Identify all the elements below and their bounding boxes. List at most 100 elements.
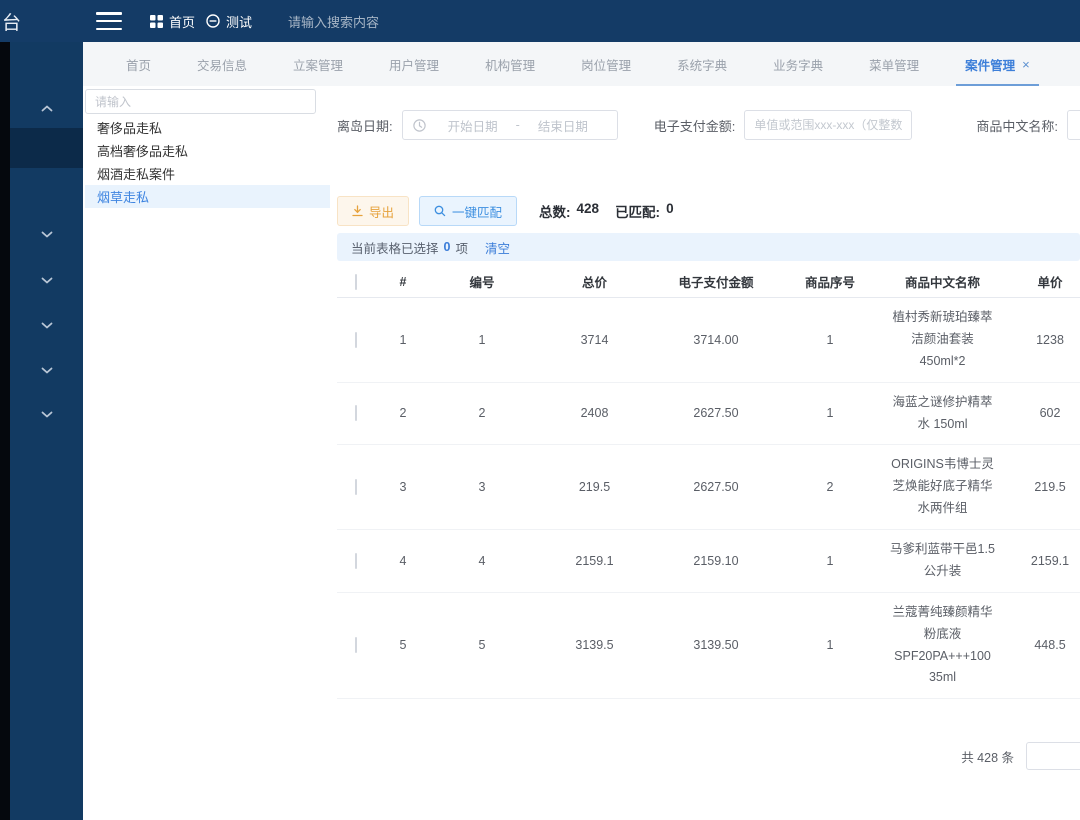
cell-code: 3 <box>432 467 532 508</box>
page-size-select[interactable] <box>1026 742 1080 770</box>
clear-selection-link[interactable]: 清空 <box>485 238 510 257</box>
clock-icon <box>413 119 426 132</box>
tab-机构管理[interactable]: 机构管理 <box>462 42 558 86</box>
product-name-label: 商品中文名称: <box>976 116 1058 135</box>
case-type-item[interactable]: 奢侈品走私 <box>85 116 330 139</box>
export-button[interactable]: 导出 <box>337 196 409 226</box>
matched-value: 0 <box>666 201 674 221</box>
sidebar-active-band[interactable] <box>10 128 83 168</box>
menu-toggle-icon[interactable] <box>96 12 122 30</box>
cell-total: 2408 <box>532 393 657 434</box>
chevron-down-icon[interactable] <box>10 315 83 335</box>
tab-用户管理[interactable]: 用户管理 <box>366 42 462 86</box>
match-button-label: 一键匹配 <box>452 202 502 221</box>
breadcrumb-home[interactable]: 首页 <box>150 0 195 42</box>
case-type-list: 奢侈品走私高档奢侈品走私烟酒走私案件烟草走私 <box>85 116 330 208</box>
tab-立案管理[interactable]: 立案管理 <box>270 42 366 86</box>
tab-label: 岗位管理 <box>581 55 631 74</box>
depart-date-range-picker[interactable]: 开始日期 - 结束日期 <box>402 110 618 140</box>
matched-label: 已匹配: <box>615 201 660 221</box>
cell-code: 2 <box>432 393 532 434</box>
cell-checkbox <box>337 625 374 666</box>
cell-epay: 2627.50 <box>657 393 775 434</box>
tab-案件管理[interactable]: 案件管理× <box>942 42 1053 86</box>
row-checkbox[interactable] <box>355 553 357 569</box>
pagination-total: 共 428 条 <box>961 747 1014 766</box>
col-header-name: 商品中文名称 <box>885 272 1000 291</box>
app-logo: 台 <box>2 8 21 35</box>
chevron-up-icon[interactable] <box>10 98 83 118</box>
row-checkbox[interactable] <box>355 405 357 421</box>
count-summary: 总数: 428 已匹配: 0 <box>539 201 674 221</box>
selection-alert-bar: 当前表格已选择 0 项 清空 <box>337 233 1080 261</box>
depart-date-label: 离岛日期: <box>337 116 393 135</box>
tab-label: 系统字典 <box>677 55 727 74</box>
cell-checkbox <box>337 467 374 508</box>
case-type-search-input[interactable] <box>85 89 316 114</box>
tab-label: 首页 <box>126 55 151 74</box>
chevron-down-icon[interactable] <box>10 270 83 290</box>
tab-label: 机构管理 <box>485 55 535 74</box>
cell-index: 3 <box>374 467 432 508</box>
cell-code: 1 <box>432 320 532 361</box>
row-checkbox[interactable] <box>355 479 357 495</box>
cell-code: 4 <box>432 541 532 582</box>
one-click-match-button[interactable]: 一键匹配 <box>419 196 517 226</box>
epay-amount-input[interactable] <box>744 110 912 140</box>
breadcrumb-test[interactable]: 测试 <box>206 0 252 42</box>
export-button-label: 导出 <box>369 202 394 221</box>
tab-label: 业务字典 <box>773 55 823 74</box>
minus-circle-icon <box>206 14 220 28</box>
tab-菜单管理[interactable]: 菜单管理 <box>846 42 942 86</box>
cell-seq: 1 <box>775 320 885 361</box>
selection-prefix: 当前表格已选择 <box>351 238 439 257</box>
case-type-item[interactable]: 高档奢侈品走私 <box>85 139 330 162</box>
cell-code: 5 <box>432 625 532 666</box>
tab-业务字典[interactable]: 业务字典 <box>750 42 846 86</box>
col-header-epay: 电子支付金额 <box>657 272 775 291</box>
date-start-placeholder: 开始日期 <box>448 116 498 135</box>
tab-系统字典[interactable]: 系统字典 <box>654 42 750 86</box>
table-row: 553139.53139.501兰蔻菁纯臻颜精华粉底液SPF20PA+++100… <box>337 593 1080 700</box>
chevron-down-icon[interactable] <box>10 404 83 424</box>
table-toolbar: 导出 一键匹配 总数: 428 已匹配: 0 <box>337 196 1080 226</box>
chevron-down-icon[interactable] <box>10 224 83 244</box>
select-all-checkbox[interactable] <box>355 274 357 290</box>
tab-close-icon[interactable]: × <box>1022 58 1030 71</box>
table-row: 33219.52627.502ORIGINS韦博士灵芝焕能好底子精华水两件组21… <box>337 445 1080 530</box>
total-label: 总数: <box>539 201 571 221</box>
global-search-input[interactable]: 请输入搜索内容 <box>288 0 488 42</box>
top-navbar: 台 首页 测试 请输入搜索内容 <box>0 0 1080 42</box>
app-window: 台 首页 测试 请输入搜索内容 首页交易信息立案管理用户管理机构管理岗位管理系统… <box>0 0 1080 820</box>
tab-岗位管理[interactable]: 岗位管理 <box>558 42 654 86</box>
cell-product-name: 兰蔻菁纯臻颜精华粉底液SPF20PA+++100 35ml <box>885 593 1000 699</box>
cell-unit-price: 602 <box>1000 393 1080 434</box>
tab-交易信息[interactable]: 交易信息 <box>174 42 270 86</box>
col-header-index: # <box>374 275 432 289</box>
cell-product-name: 海蓝之谜修护精萃水 150ml <box>885 383 1000 445</box>
product-name-input[interactable] <box>1067 110 1080 140</box>
cell-unit-price: 448.5 <box>1000 625 1080 666</box>
cell-seq: 2 <box>775 467 885 508</box>
breadcrumb-test-label: 测试 <box>226 12 252 31</box>
row-checkbox[interactable] <box>355 637 357 653</box>
cell-epay: 3714.00 <box>657 320 775 361</box>
row-checkbox[interactable] <box>355 332 357 348</box>
col-header-unit: 单价 <box>1000 272 1080 291</box>
col-header-total: 总价 <box>532 272 657 291</box>
selection-count: 0 <box>444 240 451 254</box>
tab-首页[interactable]: 首页 <box>103 42 174 86</box>
filter-row: 离岛日期: 开始日期 - 结束日期 电子支付金额: 商品中文名称: <box>337 110 1080 140</box>
cell-epay: 3139.50 <box>657 625 775 666</box>
cell-index: 1 <box>374 320 432 361</box>
col-header-code: 编号 <box>432 272 532 291</box>
date-separator: - <box>516 118 520 132</box>
case-type-item[interactable]: 烟草走私 <box>85 185 330 208</box>
chevron-down-icon[interactable] <box>10 360 83 380</box>
cell-total: 2159.1 <box>532 541 657 582</box>
case-type-item[interactable]: 烟酒走私案件 <box>85 162 330 185</box>
cell-seq: 1 <box>775 393 885 434</box>
cell-product-name: 马爹利蓝带干邑1.5公升装 <box>885 530 1000 592</box>
cell-checkbox <box>337 541 374 582</box>
tab-label: 交易信息 <box>197 55 247 74</box>
